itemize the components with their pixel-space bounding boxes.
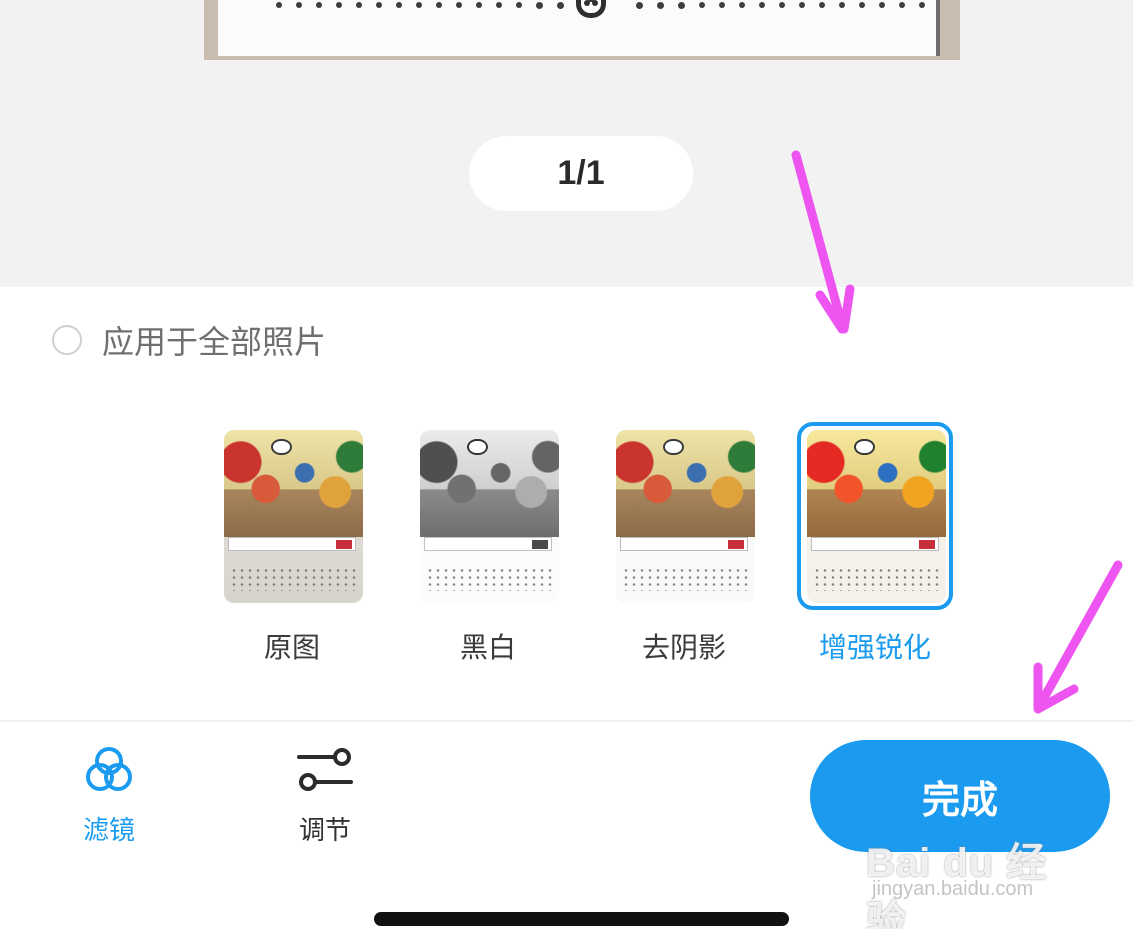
tab-filter[interactable]: 滤镜: [54, 740, 164, 847]
filter-thumbnail: [420, 430, 559, 603]
photo-preview-area: 1/1: [0, 0, 1133, 287]
filter-thumbnail-frame: [410, 422, 566, 610]
filter-label: 去阴影: [641, 631, 726, 664]
done-button[interactable]: 完成: [810, 740, 1110, 852]
tab-adjust[interactable]: 调节: [270, 740, 380, 847]
dot-row-right: [636, 2, 925, 12]
document-preview-image: [204, 0, 960, 60]
home-indicator[interactable]: [374, 912, 789, 926]
filter-thumbnail-frame: [214, 422, 370, 610]
filter-label-selected: 增强锐化: [818, 631, 931, 664]
filter-thumbnail: [807, 430, 946, 603]
sliders-icon: [295, 740, 355, 800]
filter-thumbnail: [224, 430, 363, 603]
watermark-url-text: jingyan.baidu.com: [872, 878, 1034, 900]
document-paper: [218, 0, 940, 56]
dot-row-left: [276, 2, 564, 12]
apply-all-label: 应用于全部照片: [102, 323, 327, 361]
filter-label: 原图: [263, 631, 320, 664]
filter-thumbnail-frame-selected: [797, 422, 953, 610]
page-indicator: 1/1: [469, 136, 693, 211]
three-circles-icon: [79, 740, 139, 800]
filter-thumbnail: [616, 430, 755, 603]
apply-to-all-toggle[interactable]: 应用于全部照片: [52, 318, 326, 362]
apply-all-radio[interactable]: [52, 325, 82, 355]
tab-adjust-label: 调节: [298, 816, 351, 846]
filter-label: 黑白: [459, 631, 516, 664]
paw-icon: [576, 0, 606, 18]
annotation-arrow-diagonal-icon: [1033, 560, 1123, 714]
toolbar-divider: [0, 720, 1133, 722]
tab-filter-label: 滤镜: [82, 816, 135, 846]
filter-thumbnail-frame: [606, 422, 762, 610]
